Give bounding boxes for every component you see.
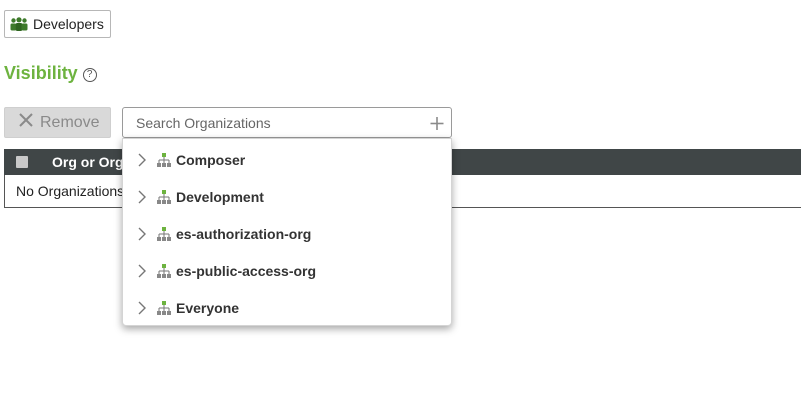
chevron-right-icon[interactable] xyxy=(137,153,147,167)
org-hierarchy-icon xyxy=(157,226,171,241)
plus-icon[interactable] xyxy=(429,115,445,131)
remove-button[interactable]: Remove xyxy=(4,107,111,138)
search-organizations-field[interactable] xyxy=(122,107,452,138)
group-tag-label: Developers xyxy=(33,16,104,32)
dropdown-item-everyone[interactable]: Everyone xyxy=(123,289,451,326)
select-all-checkbox[interactable] xyxy=(16,156,28,168)
dropdown-item-label: Composer xyxy=(176,152,246,169)
people-group-icon xyxy=(10,17,28,31)
help-circle-icon[interactable]: ? xyxy=(82,67,97,82)
search-organizations-input[interactable] xyxy=(123,108,426,137)
visibility-heading: Visibility ? xyxy=(4,62,97,84)
dropdown-item-label: Development xyxy=(176,189,264,206)
org-hierarchy-icon xyxy=(157,263,171,278)
dropdown-item-es-public-access-org[interactable]: es-public-access-org xyxy=(123,252,451,289)
org-hierarchy-icon xyxy=(157,190,171,205)
dropdown-item-label: Everyone xyxy=(176,299,240,316)
group-tag-developers[interactable]: Developers xyxy=(4,10,111,38)
remove-button-label: Remove xyxy=(40,113,100,131)
chevron-right-icon[interactable] xyxy=(137,301,147,315)
close-icon xyxy=(18,112,34,133)
dropdown-item-label: es-authorization-org xyxy=(176,225,312,242)
org-hierarchy-icon xyxy=(157,153,171,168)
chevron-right-icon[interactable] xyxy=(137,264,147,278)
column-header-org[interactable]: Org or Org xyxy=(52,154,124,170)
dropdown-item-development[interactable]: Development xyxy=(123,179,451,216)
visibility-title: Visibility xyxy=(4,63,78,83)
chevron-right-icon[interactable] xyxy=(137,190,147,204)
dropdown-item-label: es-public-access-org xyxy=(176,262,317,279)
chevron-right-icon[interactable] xyxy=(137,227,147,241)
organizations-dropdown: Composer Development es-authorization-or… xyxy=(122,138,452,326)
org-hierarchy-icon xyxy=(157,300,171,315)
dropdown-item-composer[interactable]: Composer xyxy=(123,142,451,179)
empty-table-message: No Organizations xyxy=(16,183,125,199)
dropdown-item-es-authorization-org[interactable]: es-authorization-org xyxy=(123,216,451,253)
